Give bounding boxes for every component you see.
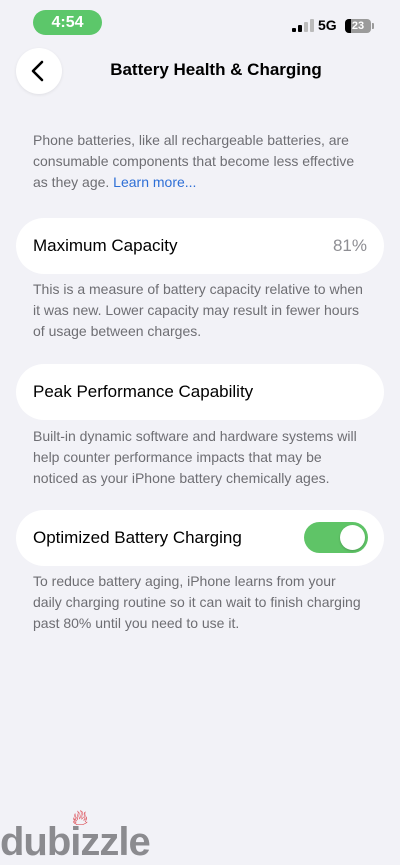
- maximum-capacity-label: Maximum Capacity: [33, 236, 178, 255]
- toggle-knob: [340, 525, 365, 550]
- battery-icon: 23: [345, 19, 371, 33]
- battery-fill: [345, 19, 351, 33]
- peak-performance-row[interactable]: Peak Performance Capability: [16, 364, 384, 420]
- status-bar: 4:54 5G 23: [0, 0, 400, 44]
- maximum-capacity-description: This is a measure of battery capacity re…: [33, 281, 363, 339]
- page-title: Battery Health & Charging: [110, 60, 322, 79]
- intro-description: Phone batteries, like all rechargeable b…: [33, 130, 368, 193]
- optimized-charging-toggle[interactable]: [304, 522, 368, 553]
- maximum-capacity-value: 81%: [332, 236, 367, 255]
- learn-more-link[interactable]: Learn more...: [113, 174, 196, 190]
- optimized-charging-label: Optimized Battery Charging: [33, 528, 242, 547]
- battery-tip: [372, 23, 374, 29]
- cellular-signal-icon: [292, 18, 314, 32]
- peak-performance-label: Peak Performance Capability: [33, 382, 254, 401]
- peak-performance-description: Built-in dynamic software and hardware s…: [33, 428, 357, 486]
- chevron-left-icon: [31, 60, 44, 82]
- back-button[interactable]: [16, 48, 62, 94]
- optimized-charging-row: Optimized Battery Charging: [16, 510, 384, 566]
- battery-level: 23: [351, 20, 365, 32]
- optimized-charging-description: To reduce battery aging, iPhone learns f…: [33, 573, 361, 631]
- maximum-capacity-row[interactable]: Maximum Capacity 81%: [16, 218, 384, 274]
- status-time[interactable]: 4:54: [33, 10, 102, 35]
- network-type: 5G: [318, 17, 337, 33]
- flame-icon: 🔥︎: [72, 805, 89, 830]
